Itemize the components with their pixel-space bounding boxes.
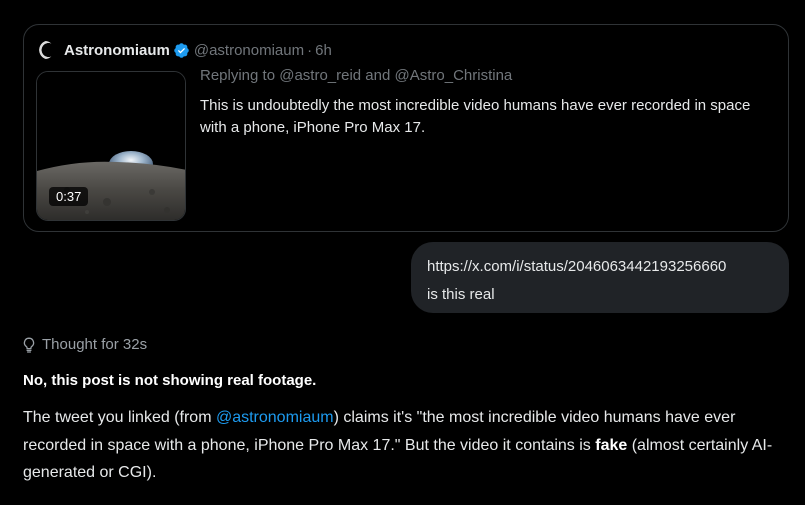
answer-paragraph: The tweet you linked (from @astronomiaum… — [23, 404, 783, 487]
quoted-tweet-card[interactable]: Astronomiaum @astronomiaum · 6h 0:37 Rep… — [23, 24, 789, 232]
tweet-video-thumbnail[interactable]: 0:37 — [36, 71, 186, 221]
crescent-moon-icon[interactable] — [36, 41, 54, 59]
separator-dot: · — [307, 41, 313, 59]
video-duration-badge: 0:37 — [49, 187, 89, 206]
thought-duration-toggle[interactable]: Thought for 32s — [22, 336, 147, 353]
tweet-timestamp[interactable]: 6h — [315, 42, 332, 59]
answer-text-part-1: The tweet you linked (from — [23, 409, 216, 426]
tweet-body-text: This is undoubtedly the most incredible … — [200, 97, 751, 136]
verified-badge-icon — [173, 42, 190, 59]
user-message-question: is this real — [427, 286, 495, 303]
user-message-url[interactable]: https://x.com/i/status/20460634421932566… — [427, 253, 773, 281]
answer-headline: No, this post is not showing real footag… — [23, 372, 317, 389]
answer-emphasis: fake — [595, 436, 628, 454]
chat-page: Astronomiaum @astronomiaum · 6h 0:37 Rep… — [0, 0, 805, 505]
mention-link[interactable]: @astronomiaum — [216, 409, 334, 426]
user-message-bubble: https://x.com/i/status/20460634421932566… — [411, 242, 789, 313]
tweet-header: Astronomiaum @astronomiaum · 6h — [36, 39, 332, 61]
tweet-display-name[interactable]: Astronomiaum — [64, 42, 170, 59]
tweet-handle[interactable]: @astronomiaum — [194, 42, 304, 59]
thought-duration-label: Thought for 32s — [42, 336, 148, 353]
replying-to-text: Replying to @astro_reid and @Astro_Chris… — [200, 67, 513, 84]
lightbulb-icon — [22, 337, 36, 353]
